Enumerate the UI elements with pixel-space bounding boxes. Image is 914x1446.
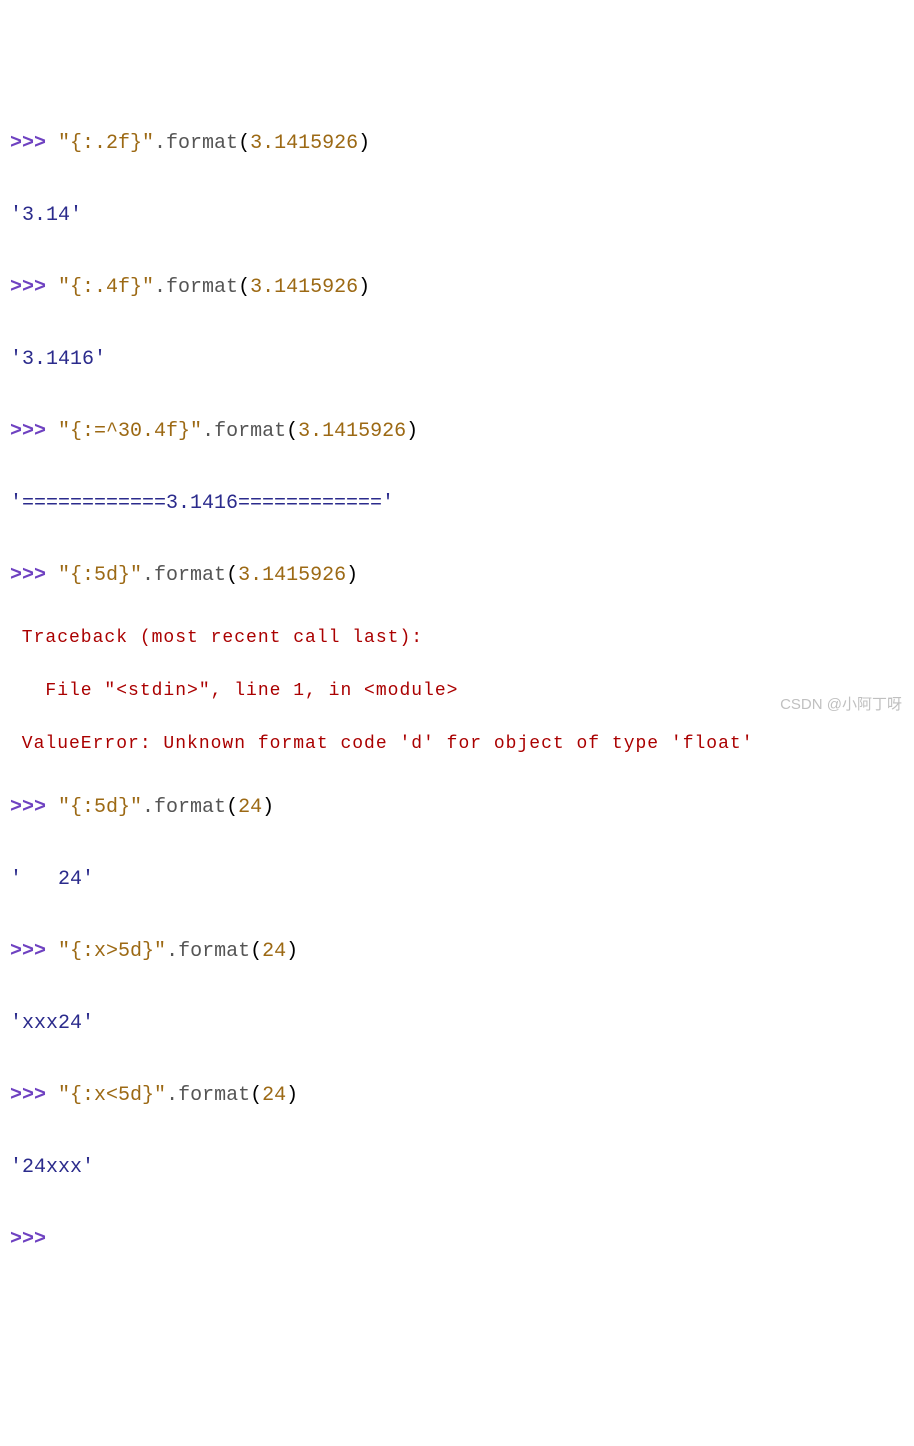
method-call: .format — [142, 564, 226, 587]
string-literal: "{:=^30.4f}" — [58, 420, 202, 443]
string-literal: "{:.2f}" — [58, 132, 154, 155]
repl-input-line: >>> "{:.2f}".format(3.1415926) — [10, 130, 904, 158]
repl-input-line: >>> "{:5d}".format(24) — [10, 794, 904, 822]
string-literal: "{:x>5d}" — [58, 940, 166, 963]
arg: 24 — [262, 940, 286, 963]
arg: 24 — [262, 1084, 286, 1107]
prompt: >>> — [10, 940, 46, 963]
prompt: >>> — [10, 564, 46, 587]
arg: 3.1415926 — [250, 276, 358, 299]
prompt: >>> — [10, 132, 46, 155]
string-literal: "{:5d}" — [58, 796, 142, 819]
method-call: .format — [154, 276, 238, 299]
string-literal: "{:.4f}" — [58, 276, 154, 299]
repl-output: '3.14' — [10, 202, 904, 230]
watermark: CSDN @小阿丁呀 — [780, 694, 902, 715]
string-literal: "{:x<5d}" — [58, 1084, 166, 1107]
method-call: .format — [166, 1084, 250, 1107]
method-call: .format — [142, 796, 226, 819]
repl-output: ' 24' — [10, 866, 904, 894]
repl-output: '24xxx' — [10, 1154, 904, 1182]
prompt: >>> — [10, 1228, 46, 1251]
repl-output: '3.1416' — [10, 346, 904, 374]
arg: 24 — [238, 796, 262, 819]
traceback-header: Traceback (most recent call last): — [10, 626, 904, 651]
prompt: >>> — [10, 420, 46, 443]
repl-input-line: >>> "{:5d}".format(3.1415926) — [10, 562, 904, 590]
prompt: >>> — [10, 796, 46, 819]
repl-output: '============3.1416============' — [10, 490, 904, 518]
traceback-error: ValueError: Unknown format code 'd' for … — [10, 732, 904, 757]
arg: 3.1415926 — [250, 132, 358, 155]
string-literal: "{:5d}" — [58, 564, 142, 587]
repl-output: 'xxx24' — [10, 1010, 904, 1038]
arg: 3.1415926 — [298, 420, 406, 443]
method-call: .format — [166, 940, 250, 963]
method-call: .format — [154, 132, 238, 155]
prompt: >>> — [10, 276, 46, 299]
traceback-file: File "<stdin>", line 1, in <module> — [10, 679, 904, 704]
prompt: >>> — [10, 1084, 46, 1107]
method-call: .format — [202, 420, 286, 443]
repl-input-line: >>> "{:.4f}".format(3.1415926) — [10, 274, 904, 302]
repl-input-line: >>> "{:x>5d}".format(24) — [10, 938, 904, 966]
arg: 3.1415926 — [238, 564, 346, 587]
repl-input-line: >>> "{:=^30.4f}".format(3.1415926) — [10, 418, 904, 446]
repl-input-line[interactable]: >>> — [10, 1226, 904, 1254]
repl-input-line: >>> "{:x<5d}".format(24) — [10, 1082, 904, 1110]
